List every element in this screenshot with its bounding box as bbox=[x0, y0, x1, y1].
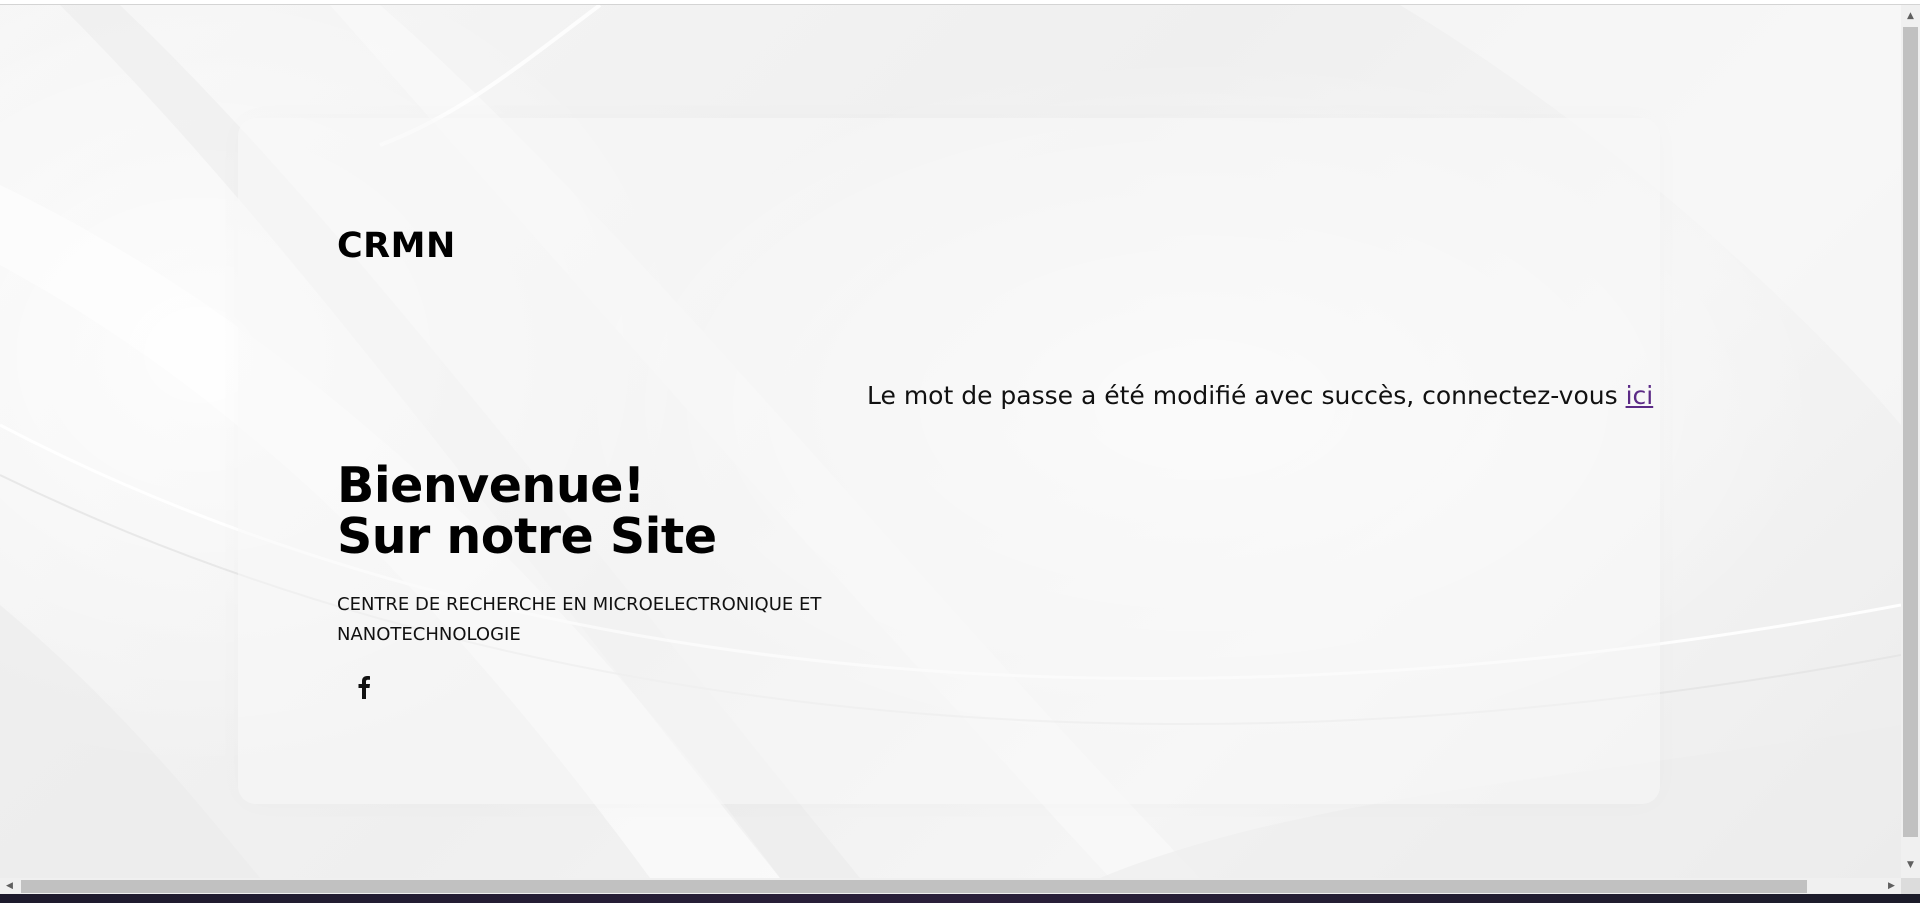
vertical-scroll-thumb[interactable] bbox=[1903, 27, 1918, 837]
scroll-left-arrow-icon[interactable]: ◀ bbox=[0, 877, 19, 895]
facebook-link[interactable] bbox=[349, 672, 379, 702]
message-text: Le mot de passe a été modifié avec succè… bbox=[867, 381, 1626, 410]
scrollbar-corner bbox=[1901, 878, 1920, 894]
scroll-up-arrow-icon[interactable]: ▲ bbox=[1901, 7, 1920, 25]
scroll-down-arrow-icon[interactable]: ▼ bbox=[1901, 856, 1920, 874]
os-taskbar-edge bbox=[0, 894, 1920, 903]
welcome-line-2: Sur notre Site bbox=[337, 508, 717, 565]
scroll-right-arrow-icon[interactable]: ▶ bbox=[1882, 877, 1901, 895]
welcome-line-1: Bienvenue! bbox=[337, 457, 645, 514]
organization-tagline: CENTRE DE RECHERCHE EN MICROELECTRONIQUE… bbox=[337, 594, 822, 645]
login-link[interactable]: ici bbox=[1626, 381, 1654, 410]
vertical-scrollbar[interactable]: ▲ ▼ bbox=[1901, 5, 1920, 878]
welcome-heading: Bienvenue! Sur notre Site bbox=[337, 460, 717, 562]
password-changed-message: Le mot de passe a été modifié avec succè… bbox=[867, 381, 1653, 410]
facebook-icon bbox=[358, 676, 370, 699]
horizontal-scroll-thumb[interactable] bbox=[21, 880, 1807, 893]
horizontal-scrollbar[interactable]: ◀ ▶ bbox=[0, 878, 1901, 894]
brand-logo-text: CRMN bbox=[337, 226, 456, 266]
